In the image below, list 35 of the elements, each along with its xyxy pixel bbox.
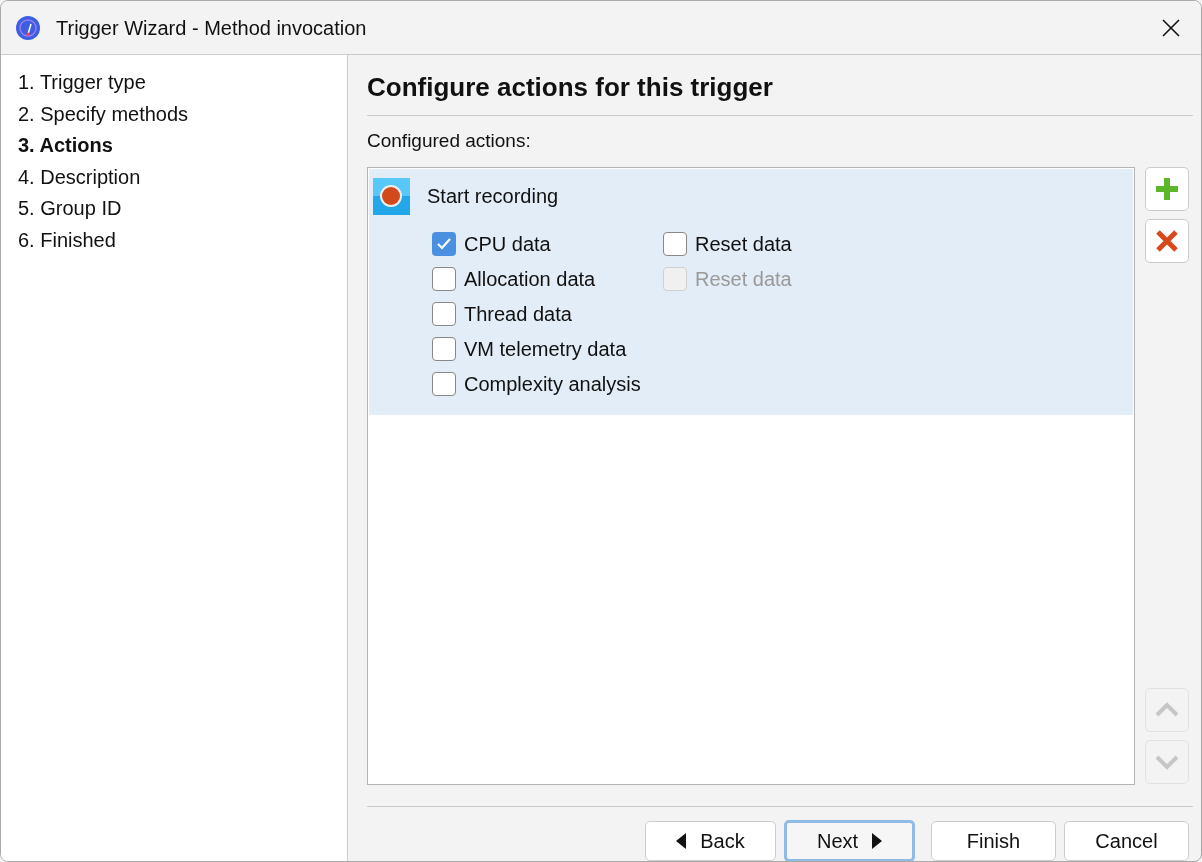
checkbox-label: Complexity analysis (464, 372, 641, 397)
action-label: Start recording (427, 184, 559, 209)
wizard-step[interactable]: 1. Trigger type (18, 67, 347, 99)
checkmark-icon (436, 236, 452, 252)
checkbox-label: Reset data (695, 232, 792, 257)
checkbox-label: Thread data (464, 302, 572, 327)
checkbox[interactable] (432, 337, 456, 361)
window-title: Trigger Wizard - Method invocation (56, 15, 367, 41)
record-icon (373, 177, 410, 215)
wizard-step[interactable]: 3. Actions (18, 130, 347, 162)
checkbox[interactable] (432, 302, 456, 326)
checkbox[interactable] (432, 372, 456, 396)
list-label: Configured actions: (367, 129, 532, 153)
remove-button[interactable] (1145, 218, 1189, 263)
add-button[interactable] (1145, 166, 1189, 211)
checkbox-label: CPU data (464, 232, 551, 257)
checkbox[interactable] (432, 267, 456, 291)
checkbox-label: Reset data (695, 267, 792, 292)
dialog-button[interactable]: Finish (931, 820, 1056, 861)
close-icon (1161, 17, 1181, 38)
triangle-right-icon (872, 832, 883, 849)
checkbox[interactable] (663, 232, 687, 256)
wizard-step[interactable]: 2. Specify methods (18, 98, 347, 130)
checkbox-label: VM telemetry data (464, 337, 627, 362)
wizard-step[interactable]: 5. Group ID (18, 193, 347, 225)
dialog-button[interactable]: Next (784, 819, 915, 861)
wizard-step[interactable]: 4. Description (18, 161, 347, 193)
dialog-button[interactable]: Cancel (1064, 820, 1189, 861)
app-icon (15, 14, 41, 41)
triangle-left-icon (676, 832, 687, 849)
dialog-button[interactable]: Back (645, 820, 776, 861)
page-heading: Configure actions for this trigger (367, 68, 1193, 116)
checkbox[interactable] (432, 232, 456, 256)
wizard-step[interactable]: 6. Finished (18, 224, 347, 256)
checkbox-label: Allocation data (464, 267, 596, 292)
